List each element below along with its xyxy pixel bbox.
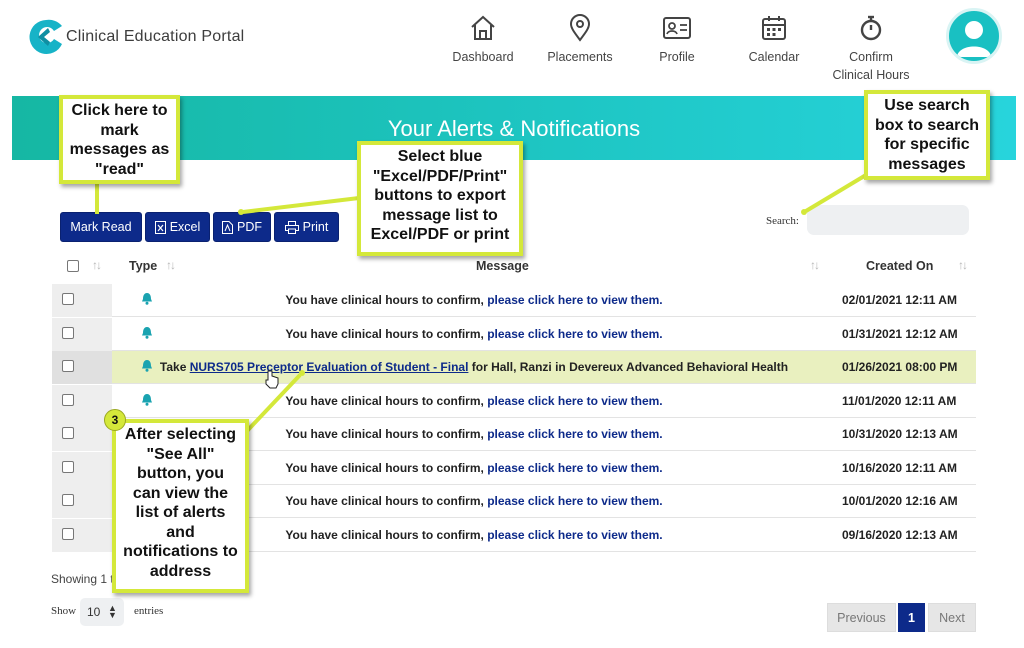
- created-on-cell: 10/16/2020 12:11 AM: [842, 461, 957, 475]
- row-checkbox[interactable]: [62, 461, 74, 473]
- pagination-previous-button[interactable]: Previous: [827, 603, 896, 632]
- nav-calendar[interactable]: Calendar: [744, 14, 804, 66]
- nav-calendar-label: Calendar: [748, 50, 800, 64]
- column-header-type[interactable]: Type: [129, 259, 157, 273]
- row-checkbox[interactable]: [62, 528, 74, 540]
- printer-icon: [284, 220, 299, 234]
- nav-profile-label: Profile: [659, 50, 695, 64]
- sort-arrows-icon[interactable]: ↑↓: [958, 258, 968, 272]
- table-info-text: Showing 1 t: [51, 572, 114, 586]
- message-text: You have clinical hours to confirm,: [285, 494, 488, 508]
- excel-label: Excel: [169, 220, 201, 234]
- nav-dashboard-label: Dashboard: [452, 50, 514, 64]
- row-checkbox[interactable]: [62, 360, 74, 372]
- message-link[interactable]: please click here to view them.: [487, 394, 662, 408]
- search-input[interactable]: [807, 205, 969, 235]
- stopwatch-icon: [860, 15, 882, 41]
- table-header: ↑↓ Type ↑↓ Message ↑↓ Created On ↑↓: [52, 252, 976, 282]
- entries-label: entries: [134, 605, 164, 617]
- created-on-cell: 10/31/2020 12:13 AM: [842, 427, 958, 441]
- row-checkbox[interactable]: [62, 394, 74, 406]
- page-length-value: 10: [87, 605, 101, 619]
- message-link[interactable]: please click here to view them.: [487, 461, 662, 475]
- nav-dashboard[interactable]: Dashboard: [450, 14, 516, 66]
- sort-arrows-icon[interactable]: ↑↓: [92, 258, 102, 272]
- id-card-icon: [663, 17, 691, 39]
- user-silhouette-icon: [957, 21, 991, 57]
- message-text: You have clinical hours to confirm,: [285, 394, 488, 408]
- message-text: Take: [159, 360, 190, 374]
- table-row[interactable]: You have clinical hours to confirm, plea…: [52, 318, 976, 351]
- print-button[interactable]: Print: [274, 212, 339, 242]
- message-cell: You have clinical hours to confirm, plea…: [112, 394, 836, 408]
- message-link[interactable]: please click here to view them.: [487, 528, 662, 542]
- calendar-icon: [762, 16, 786, 40]
- row-checkbox[interactable]: [62, 427, 74, 439]
- home-icon: [471, 15, 495, 40]
- select-arrows-icon: ▲ ▼: [108, 603, 117, 620]
- message-text: You have clinical hours to confirm,: [285, 427, 488, 441]
- message-text: You have clinical hours to confirm,: [285, 327, 488, 341]
- print-label: Print: [302, 220, 329, 234]
- column-header-message[interactable]: Message: [476, 259, 529, 273]
- select-all-checkbox[interactable]: [67, 260, 79, 272]
- row-checkbox[interactable]: [62, 327, 74, 339]
- evaluation-link[interactable]: NURS705 Preceptor Evaluation of Student …: [190, 360, 469, 374]
- nav-placements-label: Placements: [547, 50, 613, 64]
- message-link[interactable]: please click here to view them.: [487, 427, 662, 441]
- pdf-label: PDF: [237, 220, 262, 234]
- show-label: Show: [51, 605, 77, 617]
- message-cell: Take NURS705 Preceptor Evaluation of Stu…: [112, 360, 836, 374]
- mark-read-button[interactable]: Mark Read: [60, 212, 142, 242]
- step-number-badge: 3: [104, 409, 126, 431]
- pagination-next-button[interactable]: Next: [928, 603, 976, 632]
- created-on-cell: 02/01/2021 12:11 AM: [842, 293, 957, 307]
- mark-read-label: Mark Read: [70, 220, 132, 234]
- callout-search: Use search box to search for specific me…: [864, 90, 990, 180]
- callout-see-all: After selecting "See All" button, you ca…: [112, 419, 249, 593]
- brand-name: Clinical Education Portal: [66, 28, 245, 45]
- sort-arrows-icon[interactable]: ↑↓: [810, 258, 820, 272]
- nav-confirm-label-line1: Confirm: [849, 50, 893, 64]
- nav-confirm-clinical-hours[interactable]: Confirm Clinical Hours: [830, 14, 912, 84]
- row-checkbox[interactable]: [62, 293, 74, 305]
- pdf-file-icon: [222, 220, 233, 234]
- table-row[interactable]: You have clinical hours to confirm, plea…: [52, 284, 976, 317]
- nav-profile[interactable]: Profile: [650, 14, 704, 66]
- row-checkbox[interactable]: [62, 494, 74, 506]
- message-text: You have clinical hours to confirm,: [285, 293, 488, 307]
- callout-mark-read: Click here to mark messages as "read": [59, 95, 180, 184]
- message-cell: You have clinical hours to confirm, plea…: [112, 293, 836, 307]
- created-on-cell: 01/31/2021 12:12 AM: [842, 327, 958, 341]
- message-text: You have clinical hours to confirm,: [285, 528, 488, 542]
- excel-export-button[interactable]: Excel: [145, 212, 210, 242]
- nav-placements[interactable]: Placements: [544, 14, 616, 66]
- table-row[interactable]: You have clinical hours to confirm, plea…: [52, 385, 976, 418]
- callout-export-buttons: Select blue "Excel/PDF/Print" buttons to…: [357, 141, 523, 256]
- message-text: for Hall, Ranzi in Devereux Advanced Beh…: [468, 360, 789, 374]
- table-row-highlighted[interactable]: Take NURS705 Preceptor Evaluation of Stu…: [52, 351, 976, 384]
- sort-arrows-icon[interactable]: ↑↓: [166, 258, 176, 272]
- message-cell: You have clinical hours to confirm, plea…: [112, 327, 836, 341]
- created-on-cell: 11/01/2020 12:11 AM: [842, 394, 957, 408]
- message-link[interactable]: please click here to view them.: [487, 494, 662, 508]
- map-pin-icon: [569, 14, 591, 42]
- portal-logo-icon: [29, 19, 62, 54]
- message-text: You have clinical hours to confirm,: [285, 461, 488, 475]
- nav-confirm-label-line2: Clinical Hours: [832, 68, 910, 82]
- search-label: Search:: [766, 215, 799, 227]
- created-on-cell: 09/16/2020 12:13 AM: [842, 528, 958, 542]
- pdf-export-button[interactable]: PDF: [213, 212, 271, 242]
- created-on-cell: 10/01/2020 12:16 AM: [842, 494, 958, 508]
- user-avatar[interactable]: [946, 8, 1002, 64]
- pagination-page-button[interactable]: 1: [898, 603, 925, 632]
- excel-file-icon: [154, 220, 166, 234]
- column-header-created-on[interactable]: Created On: [866, 259, 933, 273]
- message-link[interactable]: please click here to view them.: [487, 327, 662, 341]
- created-on-cell: 01/26/2021 08:00 PM: [842, 360, 958, 374]
- page-length-select[interactable]: 10 ▲ ▼: [80, 598, 124, 626]
- message-link[interactable]: please click here to view them.: [487, 293, 662, 307]
